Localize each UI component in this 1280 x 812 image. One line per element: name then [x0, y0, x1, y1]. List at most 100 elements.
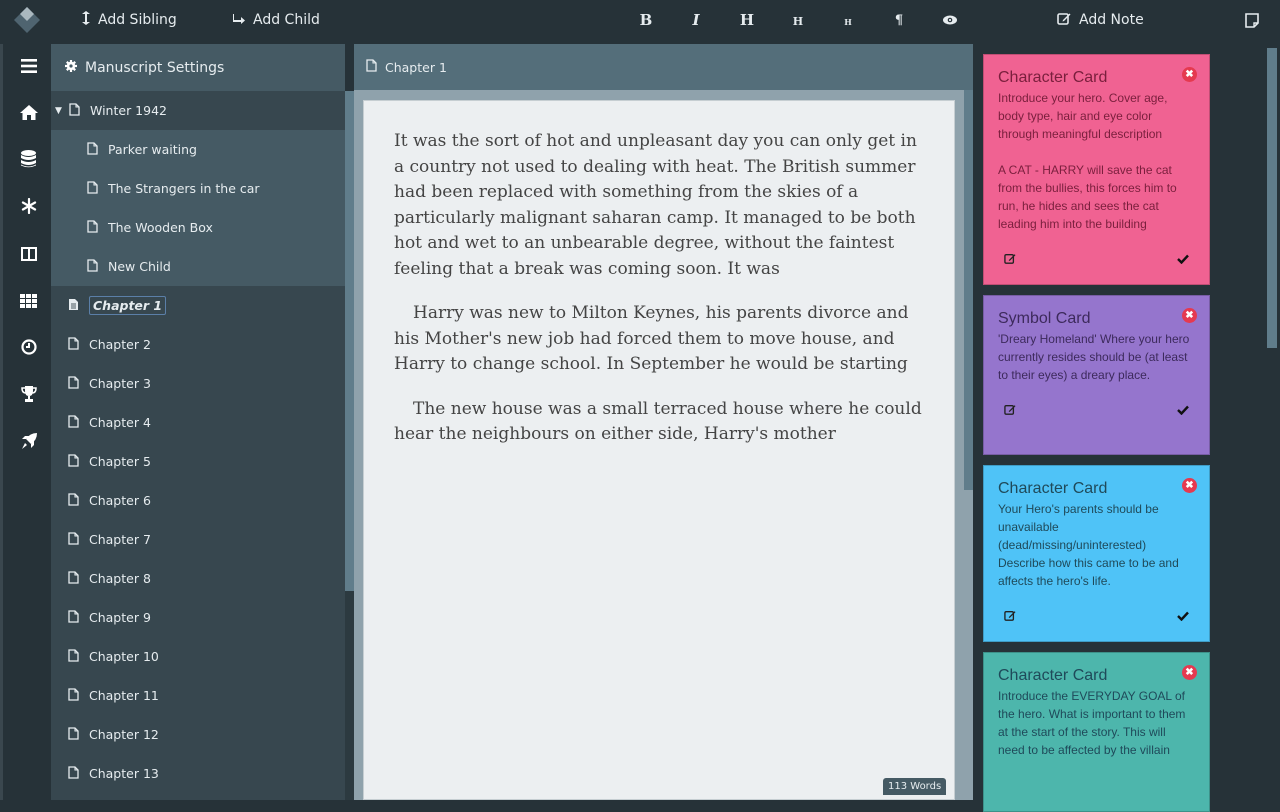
- tree-item[interactable]: Chapter 4: [51, 403, 345, 442]
- tree-item-label: Chapter 6: [89, 493, 151, 508]
- paragraph: The new house was a small terraced house…: [394, 398, 922, 445]
- file-icon: [68, 336, 79, 353]
- delete-note-icon[interactable]: ✖: [1182, 67, 1197, 82]
- tree-item[interactable]: Chapter 2: [51, 325, 345, 364]
- delete-note-icon[interactable]: ✖: [1182, 308, 1197, 323]
- checkmark-icon[interactable]: [1177, 608, 1189, 626]
- heading-3-button[interactable]: H: [836, 0, 860, 40]
- tree-item[interactable]: The Strangers in the car: [51, 169, 345, 208]
- italic-button[interactable]: I: [684, 0, 708, 40]
- tree-item-label: Chapter 11: [89, 688, 159, 703]
- checkmark-icon[interactable]: [1177, 251, 1189, 269]
- home-button[interactable]: [3, 91, 54, 137]
- tree-item-label: The Strangers in the car: [108, 181, 260, 196]
- app-logo[interactable]: [12, 5, 42, 35]
- edit-note-icon[interactable]: [1004, 251, 1016, 269]
- heading-1-button[interactable]: H: [735, 0, 759, 40]
- tree-item[interactable]: Chapter 3: [51, 364, 345, 403]
- text-editor[interactable]: It was the sort of hot and unpleasant da…: [363, 100, 955, 800]
- note-card[interactable]: ✖ Character Card Your Hero's parents shoul…: [983, 465, 1210, 642]
- file-icon: [68, 453, 79, 470]
- menu-button[interactable]: [3, 44, 54, 90]
- add-note-label: Add Note: [1079, 12, 1144, 28]
- preview-eye-button[interactable]: [938, 0, 962, 40]
- document-title: Chapter 1: [385, 59, 447, 75]
- tree-item[interactable]: Chapter 12: [51, 715, 345, 754]
- manuscript-tree: Manuscript Settings ▼ Winter 1942 Parker…: [51, 44, 345, 800]
- file-icon: [68, 375, 79, 392]
- turn-right-arrow-icon: [233, 12, 245, 28]
- tree-group-winter-1942[interactable]: ▼ Winter 1942: [51, 91, 345, 130]
- file-icon: [87, 258, 98, 275]
- gear-icon: [65, 59, 77, 76]
- columns-icon: [20, 246, 37, 265]
- tree-item[interactable]: The Wooden Box: [51, 208, 345, 247]
- edit-note-icon[interactable]: [1004, 608, 1016, 626]
- file-icon: [68, 609, 79, 626]
- notes-scrollbar-thumb[interactable]: [1267, 48, 1277, 348]
- file-icon: [366, 59, 377, 75]
- tree-item[interactable]: Parker waiting: [51, 130, 345, 169]
- home-icon: [19, 104, 38, 124]
- trophy-icon: [20, 386, 37, 406]
- edit-note-icon[interactable]: [1004, 402, 1016, 420]
- tree-item[interactable]: Chapter 13: [51, 754, 345, 793]
- delete-note-icon[interactable]: ✖: [1182, 665, 1197, 680]
- tree-item[interactable]: Chapter 7: [51, 520, 345, 559]
- editor-scrollbar-thumb[interactable]: [964, 90, 973, 490]
- note-card[interactable]: ✖ Symbol Card 'Dreary Homeland' Where your…: [983, 295, 1210, 455]
- columns-button[interactable]: [3, 232, 54, 278]
- notes-panel: ✖ Character Card Introduce your hero. Cove…: [973, 44, 1280, 812]
- checkmark-icon[interactable]: [1177, 402, 1189, 420]
- tree-item-label: Chapter 7: [89, 532, 151, 547]
- tree-item-label: Chapter 12: [89, 727, 159, 742]
- trophy-button[interactable]: [3, 373, 54, 419]
- tree-item[interactable]: New Child: [51, 247, 345, 286]
- delete-note-icon[interactable]: ✖: [1182, 478, 1197, 493]
- tree-item-label: Chapter 9: [89, 610, 151, 625]
- note-card[interactable]: ✖ Character Card Introduce the EVERYDAY GO…: [983, 652, 1210, 812]
- paragraph-button[interactable]: ¶: [887, 0, 911, 40]
- editor-header: Chapter 1: [354, 44, 973, 90]
- tree-item[interactable]: Chapter 11: [51, 676, 345, 715]
- tree-item-label: Chapter 3: [89, 376, 151, 391]
- note-body: Introduce your hero. Cover age, body typ…: [998, 91, 1177, 231]
- tree-item-label: Chapter 8: [89, 571, 151, 586]
- grid-button[interactable]: [3, 279, 54, 325]
- caret-down-icon[interactable]: ▼: [55, 106, 69, 116]
- vertical-arrows-icon: [82, 11, 90, 29]
- file-icon: [68, 648, 79, 665]
- note-body: Introduce the EVERYDAY GOAL of the hero.…: [998, 689, 1186, 757]
- note-card[interactable]: ✖ Character Card Introduce your hero. Cove…: [983, 54, 1210, 285]
- manuscript-settings-button[interactable]: Manuscript Settings: [51, 44, 345, 91]
- snowflake-button[interactable]: [3, 185, 54, 231]
- add-sibling-button[interactable]: Add Sibling: [82, 0, 177, 40]
- tree-item-active[interactable]: Chapter 1: [51, 286, 345, 325]
- add-child-button[interactable]: Add Child: [233, 0, 320, 40]
- tree-item[interactable]: Chapter 9: [51, 598, 345, 637]
- tree-item-label: Parker waiting: [108, 142, 197, 157]
- tree-item-label: Chapter 10: [89, 649, 159, 664]
- tree-item[interactable]: Chapter 6: [51, 481, 345, 520]
- add-child-label: Add Child: [253, 12, 320, 28]
- paragraph: Harry was new to Milton Keynes, his pare…: [394, 303, 909, 374]
- rocket-button[interactable]: [3, 420, 54, 466]
- tree-item-label-active[interactable]: Chapter 1: [89, 296, 167, 315]
- tree-item-label: New Child: [108, 259, 171, 274]
- tree-item-label: Winter 1942: [90, 103, 167, 118]
- editor-panel: Chapter 1 It was the sort of hot and unp…: [354, 44, 973, 800]
- history-button[interactable]: [3, 326, 54, 372]
- clock-icon: [20, 339, 37, 359]
- tree-item[interactable]: Chapter 10: [51, 637, 345, 676]
- tree-item[interactable]: Chapter 5: [51, 442, 345, 481]
- notes-toggle-button[interactable]: [1245, 0, 1259, 40]
- file-icon: [68, 726, 79, 743]
- heading-2-button[interactable]: H: [786, 0, 810, 40]
- tree-scrollbar-thumb[interactable]: [345, 91, 354, 591]
- paragraph: It was the sort of hot and unpleasant da…: [394, 131, 917, 279]
- add-note-button[interactable]: Add Note: [1057, 0, 1144, 40]
- bold-button[interactable]: B: [634, 0, 658, 40]
- tree-item[interactable]: Chapter 8: [51, 559, 345, 598]
- database-button[interactable]: [3, 138, 54, 184]
- left-icon-rail: [0, 44, 51, 800]
